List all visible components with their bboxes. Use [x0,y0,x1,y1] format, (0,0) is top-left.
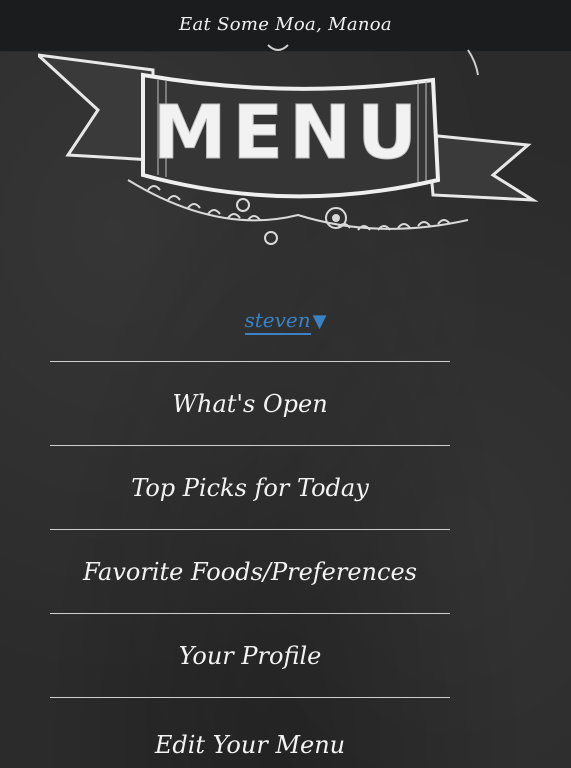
menu-item-label: Favorite Foods/Preferences [83,557,417,586]
ribbon-left-tail [38,53,155,162]
menu-item-label: What's Open [172,389,328,418]
menu-item-label: Top Picks for Today [131,473,369,502]
dropdown-caret-icon[interactable]: ▼ [313,311,327,332]
main-menu: What's Open Top Picks for Today Favorite… [50,361,450,767]
menu-item-top-picks[interactable]: Top Picks for Today [50,445,450,529]
menu-banner-graphic: MENU [38,44,538,245]
menu-item-edit-menu[interactable]: Edit Your Menu [50,697,450,767]
user-name-link[interactable]: steven [244,308,311,335]
menu-item-whats-open[interactable]: What's Open [50,361,450,445]
menu-item-favorite-foods[interactable]: Favorite Foods/Preferences [50,529,450,613]
menu-item-your-profile[interactable]: Your Profile [50,613,450,697]
menu-item-label: Your Profile [178,641,322,670]
user-dropdown[interactable]: steven ▼ [0,308,571,335]
app-title: Eat Some Moa, Manoa [179,14,392,35]
ribbon-right-tail [426,133,538,202]
menu-item-label: Edit Your Menu [154,731,346,759]
banner-menu-text: MENU [153,90,423,176]
